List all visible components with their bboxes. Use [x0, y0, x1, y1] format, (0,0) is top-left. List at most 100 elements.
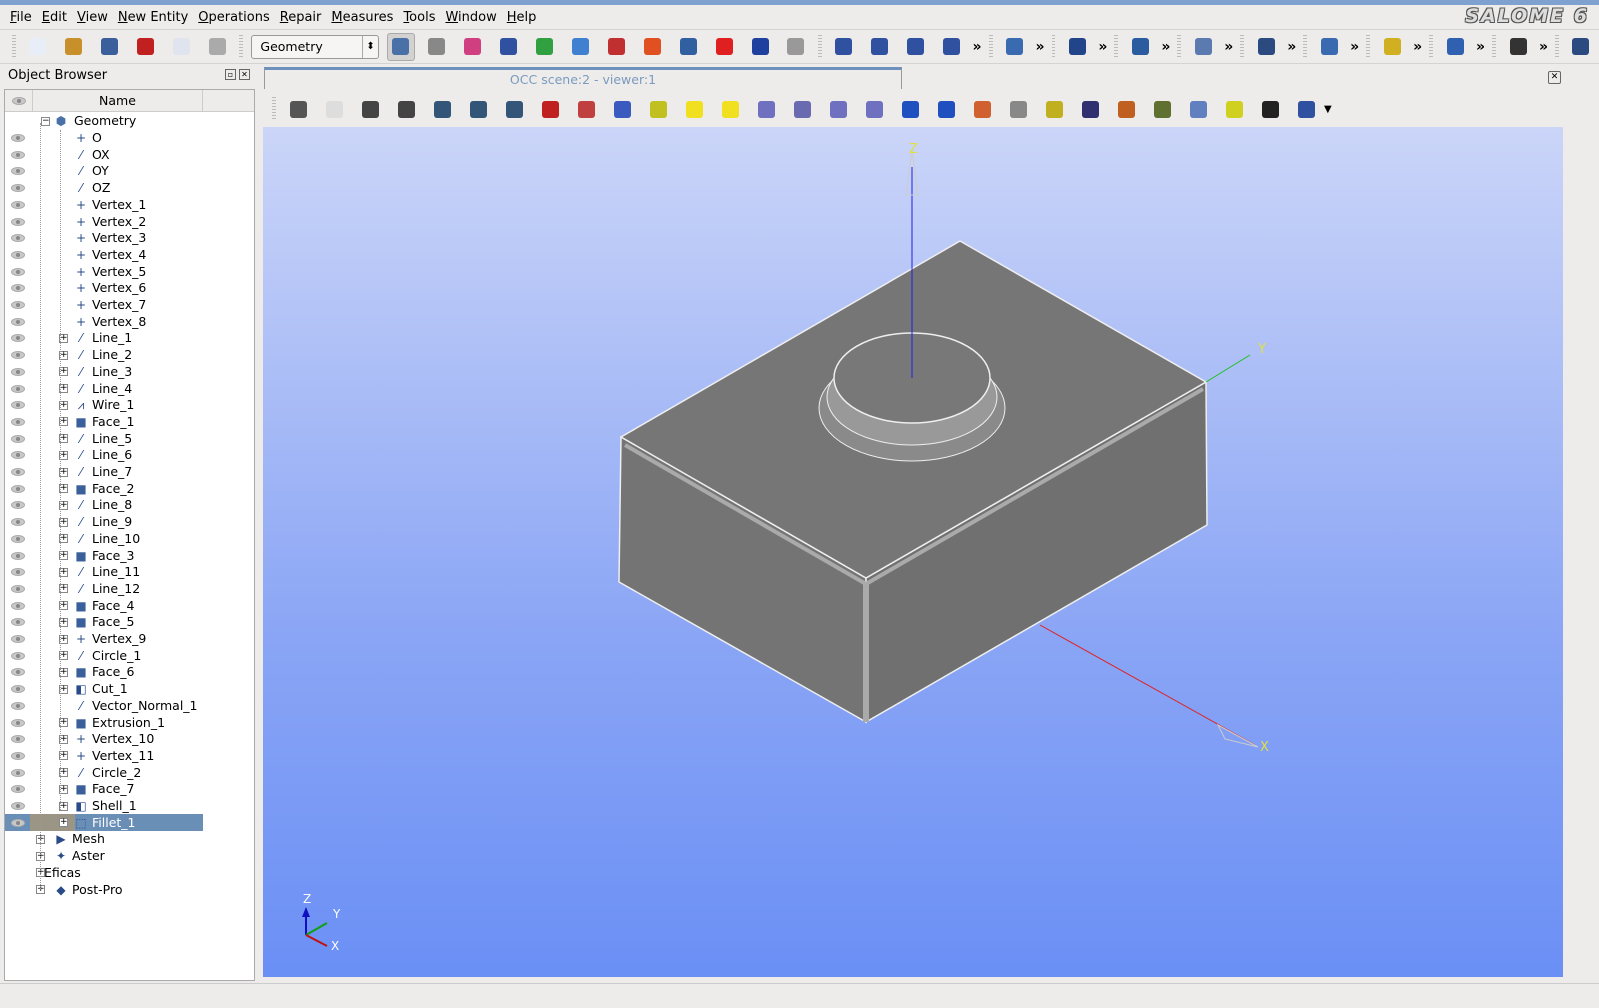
float-panel-button[interactable]: ▫	[225, 69, 236, 80]
tree-item[interactable]: + ⁄ Circle_2	[5, 764, 254, 781]
eye-icon[interactable]	[11, 167, 25, 176]
calculator-button[interactable]	[782, 33, 810, 61]
toolbar-extension-button[interactable]: »	[1098, 39, 1107, 55]
menu-measures[interactable]: Measures	[327, 10, 399, 25]
light-module-button[interactable]	[567, 33, 595, 61]
transform-button[interactable]	[1252, 33, 1280, 61]
toolbar-extension-button[interactable]: »	[1161, 39, 1170, 55]
tree-item[interactable]: + ⁄ Line_10	[5, 531, 254, 548]
yacs-module-button[interactable]	[495, 33, 523, 61]
toolbar-handle[interactable]	[1240, 34, 1245, 59]
box-button[interactable]	[1001, 33, 1029, 61]
eye-icon[interactable]	[11, 551, 25, 560]
toolbar-extension-button[interactable]: »	[1476, 39, 1485, 55]
open-folder-button[interactable]	[60, 33, 88, 61]
fillet-2d-button[interactable]	[1378, 33, 1406, 61]
eye-icon[interactable]	[11, 584, 25, 593]
eficas-module-button[interactable]	[638, 33, 666, 61]
eye-icon[interactable]	[11, 451, 25, 460]
toolbar-handle[interactable]	[239, 34, 244, 59]
toolbar-handle[interactable]	[272, 97, 276, 121]
tree-item[interactable]: ◆ Post-Pro +	[5, 881, 254, 898]
tree-item[interactable]: + + Vertex_9	[5, 631, 254, 648]
toolbar-handle[interactable]	[1492, 34, 1497, 59]
tree-item[interactable]: + Vertex_3	[5, 230, 254, 247]
memorize-view-button[interactable]	[1004, 95, 1032, 123]
close-button[interactable]	[132, 33, 160, 61]
edge-button[interactable]	[1441, 33, 1469, 61]
tree-item[interactable]: + ■ Face_3	[5, 547, 254, 564]
eye-icon[interactable]	[11, 150, 25, 159]
eye-icon[interactable]	[11, 417, 25, 426]
ambient-light-button[interactable]	[1220, 95, 1248, 123]
tree-item[interactable]: + ⁄ Line_8	[5, 497, 254, 514]
tree-item[interactable]: + Vertex_2	[5, 213, 254, 230]
eye-icon[interactable]	[11, 184, 25, 193]
expand-icon[interactable]: −	[41, 116, 50, 126]
zoom-button[interactable]	[500, 95, 528, 123]
tree-item[interactable]: + ◧ Cut_1	[5, 681, 254, 698]
tree-item[interactable]: + ⩘ Wire_1	[5, 397, 254, 414]
eye-icon[interactable]	[11, 601, 25, 610]
left-view-button[interactable]	[824, 95, 852, 123]
eye-icon[interactable]	[11, 234, 25, 243]
menu-tools[interactable]: Tools	[399, 10, 441, 25]
back-view-button[interactable]	[716, 95, 744, 123]
tree-item[interactable]: + + Vertex_11	[5, 748, 254, 765]
tree-item[interactable]: + Vertex_5	[5, 263, 254, 280]
epx-module-button[interactable]	[746, 33, 774, 61]
menu-window[interactable]: Window	[441, 10, 502, 25]
toolbar-handle[interactable]	[988, 34, 993, 59]
eye-icon[interactable]	[11, 818, 25, 827]
line-button[interactable]	[866, 33, 894, 61]
scaling-button[interactable]	[1148, 95, 1176, 123]
eye-icon[interactable]	[11, 317, 25, 326]
tree-item[interactable]: + ⁄ Line_11	[5, 564, 254, 581]
rotation-point-button[interactable]	[644, 95, 672, 123]
boolean-button[interactable]	[1126, 33, 1154, 61]
toolbar-handle[interactable]	[1114, 34, 1119, 59]
fit-all-button[interactable]	[428, 95, 456, 123]
tree-item[interactable]: Eficas +	[5, 865, 254, 882]
circle-button[interactable]	[902, 33, 930, 61]
eye-icon[interactable]	[11, 284, 25, 293]
tree-item[interactable]: + ⁄ Line_1	[5, 330, 254, 347]
point-button[interactable]	[830, 33, 858, 61]
eye-icon[interactable]	[11, 384, 25, 393]
tree-item[interactable]: + ⁄ Line_2	[5, 347, 254, 364]
lobster-module-button[interactable]	[710, 33, 738, 61]
toolbar-handle[interactable]	[1429, 34, 1434, 59]
eye-icon[interactable]	[11, 618, 25, 627]
eye-icon[interactable]	[11, 518, 25, 527]
tree-item[interactable]: + + Vertex_10	[5, 731, 254, 748]
tree-item[interactable]: ✦ Aster +	[5, 848, 254, 865]
show-trihedron-button[interactable]	[356, 95, 384, 123]
toolbar-handle[interactable]	[1366, 34, 1371, 59]
menu-repair[interactable]: Repair	[276, 10, 328, 25]
copy-button[interactable]	[168, 33, 196, 61]
tree-item[interactable]: + ⁄ Line_9	[5, 514, 254, 531]
3d-viewport[interactable]: Z Y X Z Y X	[263, 127, 1563, 977]
toolbar-handle[interactable]	[12, 34, 16, 59]
save-button[interactable]	[96, 33, 124, 61]
new-document-button[interactable]	[24, 33, 52, 61]
eye-icon[interactable]	[11, 401, 25, 410]
eye-icon[interactable]	[11, 802, 25, 811]
homard-module-button[interactable]	[602, 33, 630, 61]
front-view-button[interactable]	[680, 95, 708, 123]
mouse-mode-button[interactable]	[320, 95, 348, 123]
tree-item[interactable]: + ⁄ Line_7	[5, 464, 254, 481]
eye-icon[interactable]	[11, 250, 25, 259]
tree-item[interactable]: + Vertex_6	[5, 280, 254, 297]
smesh-module-button[interactable]	[423, 33, 451, 61]
post-pro-module-button[interactable]	[459, 33, 487, 61]
bottom-view-button[interactable]	[788, 95, 816, 123]
aster-module-button[interactable]	[674, 33, 702, 61]
eye-icon[interactable]	[11, 701, 25, 710]
split-view-button[interactable]	[1292, 95, 1320, 123]
tree-item[interactable]: + ■ Face_6	[5, 664, 254, 681]
eye-icon[interactable]	[11, 484, 25, 493]
tree-item[interactable]: + ⁄ Circle_1	[5, 647, 254, 664]
right-view-button[interactable]	[860, 95, 888, 123]
top-view-button[interactable]	[752, 95, 780, 123]
